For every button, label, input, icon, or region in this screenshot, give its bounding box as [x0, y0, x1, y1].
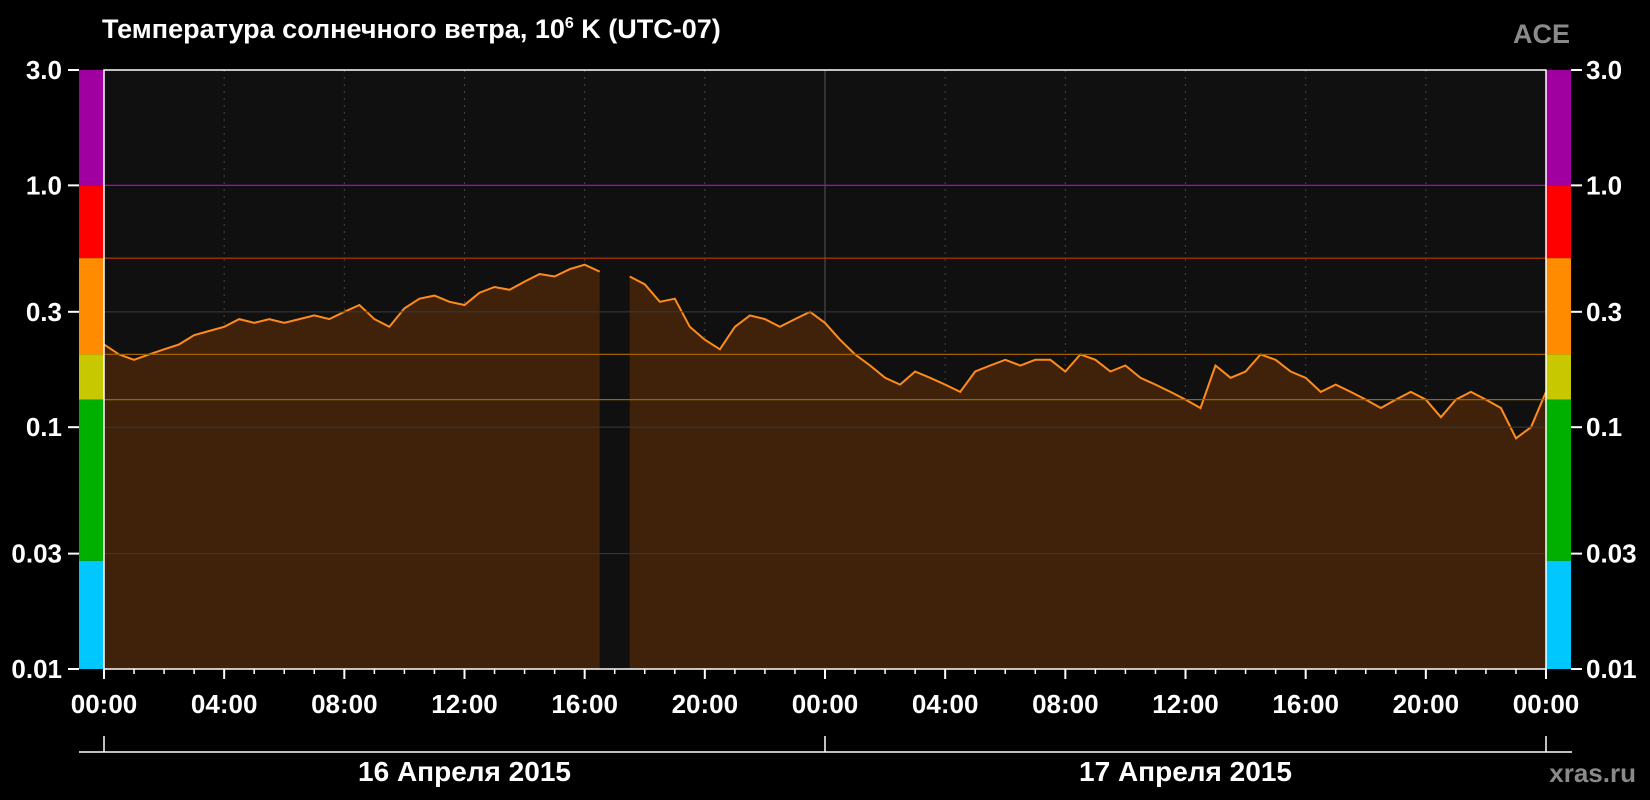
- y-tick-label-right: 0.3: [1586, 297, 1622, 327]
- x-tick-label: 00:00: [792, 689, 859, 719]
- y-tick-label-left: 0.3: [26, 297, 62, 327]
- color-band-left: [79, 399, 104, 561]
- color-band-right: [1546, 560, 1571, 669]
- x-tick-label: 00:00: [71, 689, 138, 719]
- color-band-right: [1546, 258, 1571, 355]
- color-band-right: [1546, 354, 1571, 400]
- chart-title: Температура солнечного ветра, 106 K (UTC…: [102, 14, 721, 44]
- x-tick-label: 08:00: [1032, 689, 1099, 719]
- color-band-right: [1546, 70, 1571, 186]
- x-tick-label: 00:00: [1513, 689, 1580, 719]
- site-watermark: xras.ru: [1549, 758, 1636, 788]
- color-band-right: [1546, 185, 1571, 259]
- y-tick-label-right: 3.0: [1586, 55, 1622, 85]
- x-tick-label: 04:00: [191, 689, 258, 719]
- color-band-left: [79, 70, 104, 186]
- y-tick-label-left: 3.0: [26, 55, 62, 85]
- y-tick-label-right: 0.03: [1586, 539, 1637, 569]
- x-tick-label: 16:00: [1272, 689, 1339, 719]
- x-tick-label: 12:00: [431, 689, 498, 719]
- date-axis: 16 Апреля 2015 17 Апреля 2015: [79, 736, 1572, 787]
- x-tick-label: 16:00: [551, 689, 618, 719]
- x-tick-label: 08:00: [311, 689, 378, 719]
- y-tick-label-left: 0.03: [11, 539, 62, 569]
- date-label: 16 Апреля 2015: [358, 756, 571, 787]
- y-tick-label-right: 1.0: [1586, 170, 1622, 200]
- chart-title-superscript: 6: [565, 15, 574, 32]
- date-label: 17 Апреля 2015: [1079, 756, 1292, 787]
- color-band-left: [79, 560, 104, 669]
- chart-title-unit: K (UTC-07): [574, 14, 721, 44]
- source-label: ACE: [1513, 19, 1570, 49]
- color-band-left: [79, 185, 104, 259]
- color-band-right: [1546, 399, 1571, 561]
- x-tick-label: 20:00: [1393, 689, 1460, 719]
- x-axis-ticks: 00:00 04:00 08:00 12:00 16:00 20:00 00:00 04:00…: [71, 669, 1580, 719]
- x-tick-label: 12:00: [1152, 689, 1219, 719]
- x-tick-label: 04:00: [912, 689, 979, 719]
- x-tick-label: 20:00: [672, 689, 739, 719]
- y-tick-label-left: 1.0: [26, 170, 62, 200]
- y-tick-label-right: 0.1: [1586, 412, 1622, 442]
- color-band-left: [79, 354, 104, 400]
- y-tick-label-right: 0.01: [1586, 654, 1637, 684]
- y-tick-label-left: 0.01: [11, 654, 62, 684]
- color-band-left: [79, 258, 104, 355]
- y-tick-label-left: 0.1: [26, 412, 62, 442]
- solar-wind-temperature-chart: Температура солнечного ветра, 106 K (UTC…: [11, 14, 1637, 788]
